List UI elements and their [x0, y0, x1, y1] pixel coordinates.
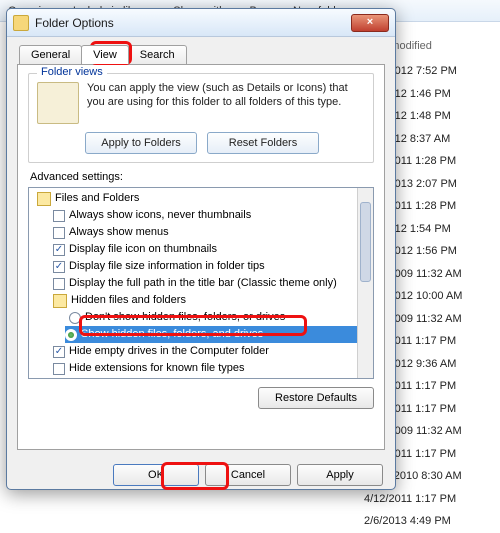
tree-node-hidden[interactable]: Hidden files and folders [31, 292, 371, 309]
reset-folders-button[interactable]: Reset Folders [207, 132, 319, 154]
tree-node[interactable]: Always show menus [31, 224, 371, 241]
checkbox[interactable] [53, 210, 65, 222]
checkbox[interactable] [53, 278, 65, 290]
checkbox[interactable] [53, 244, 65, 256]
checkbox[interactable] [53, 227, 65, 239]
tree-node[interactable]: Always show icons, never thumbnails [31, 207, 371, 224]
tree-node[interactable]: Hide protected operating system files (R… [31, 377, 371, 379]
tree-node[interactable]: Display the full path in the title bar (… [31, 275, 371, 292]
tree-node[interactable]: Display file icon on thumbnails [31, 241, 371, 258]
tree-node[interactable]: Hide empty drives in the Computer folder [31, 343, 371, 360]
scrollbar[interactable] [357, 188, 373, 378]
checkbox[interactable] [53, 346, 65, 358]
tree-node[interactable]: Display file size information in folder … [31, 258, 371, 275]
scrollbar-thumb[interactable] [360, 202, 371, 282]
folder-icon [53, 294, 67, 308]
apply-button[interactable]: Apply [297, 464, 383, 486]
tree-node-files-and-folders[interactable]: Files and Folders [31, 190, 371, 207]
dialog-title: Folder Options [35, 16, 351, 30]
radio[interactable] [65, 329, 77, 341]
folder-views-group: Folder views You can apply the view (suc… [28, 73, 374, 163]
annotation-highlight [161, 462, 229, 490]
date-cell: 4/12/2011 1:17 PM [364, 488, 494, 511]
restore-defaults-button[interactable]: Restore Defaults [258, 387, 374, 409]
apply-to-folders-button[interactable]: Apply to Folders [85, 132, 197, 154]
tabstrip: General View Search [19, 45, 395, 64]
tab-pane-view: Folder views You can apply the view (suc… [17, 64, 385, 450]
annotation-highlight [79, 315, 307, 336]
folder-options-dialog: Folder Options × General View Search Fol… [6, 8, 396, 490]
tree-node[interactable]: Hide extensions for known file types [31, 360, 371, 377]
folder-views-desc: You can apply the view (such as Details … [87, 82, 365, 124]
close-icon[interactable]: × [351, 14, 389, 32]
checkbox[interactable] [53, 261, 65, 273]
folder-views-icon [37, 82, 79, 124]
folder-icon [37, 192, 51, 206]
group-title: Folder views [37, 66, 107, 78]
date-cell: 2/6/2013 4:49 PM [364, 510, 494, 533]
tab-view[interactable]: View [81, 45, 129, 64]
folder-icon [13, 15, 29, 31]
dialog-titlebar[interactable]: Folder Options × [7, 9, 395, 37]
advanced-settings-label: Advanced settings: [30, 171, 372, 183]
tab-search[interactable]: Search [128, 45, 187, 64]
tab-general[interactable]: General [19, 45, 82, 64]
checkbox[interactable] [53, 363, 65, 375]
advanced-settings-tree[interactable]: Files and Folders Always show icons, nev… [28, 187, 374, 379]
